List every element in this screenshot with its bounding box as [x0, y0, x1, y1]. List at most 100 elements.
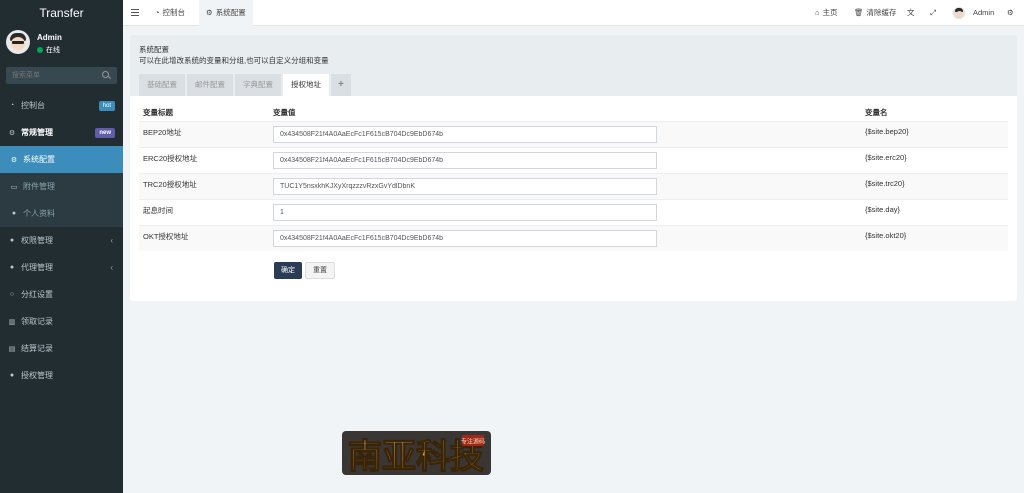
search-input[interactable]	[6, 67, 96, 84]
table-row: 起息时间 {$site.day}	[139, 199, 1008, 225]
sidebar-item-dashboard[interactable]: ◔ 控制台 hot	[0, 92, 123, 119]
dashboard-icon: ◔	[155, 8, 160, 17]
brand-logo[interactable]: Transfer	[0, 0, 123, 26]
sidebar-item-settlements[interactable]: ▤ 结算记录	[0, 335, 123, 362]
row-title: BEP20地址	[143, 128, 182, 137]
value-input[interactable]	[273, 230, 657, 247]
sidebar-item-authorization[interactable]: ● 授权管理	[0, 362, 123, 389]
clear-cache-label: 清除缓存	[866, 8, 897, 17]
column-header: 变量标题	[143, 108, 173, 117]
sidebar-menu: ◔ 控制台 hot ⚙ 常规管理 new ⚙ 系统配置 ▭ 附件管理 ● 个人资…	[0, 92, 123, 389]
menu-toggle-icon[interactable]	[131, 9, 139, 16]
sidebar-item-label: 控制台	[21, 101, 45, 110]
sidebar-item-profile[interactable]: ● 个人资料	[0, 200, 123, 227]
tab-label: 系统配置	[215, 8, 246, 17]
sidebar-item-label: 附件管理	[23, 182, 55, 191]
sidebar-item-label: 分红设置	[21, 290, 53, 299]
sidebar-item-claims[interactable]: ▥ 领取记录	[0, 308, 123, 335]
table-header: 变量标题 变量值 变量名	[139, 107, 1008, 121]
user-panel: Admin 在线	[0, 26, 123, 62]
sidebar-item-label: 结算记录	[21, 344, 53, 353]
bank-icon: ▥	[8, 318, 16, 326]
circle-icon: ○	[9, 291, 15, 298]
sidebar-item-label: 个人资料	[23, 209, 55, 218]
home-link[interactable]: ⌂ 主页	[815, 0, 838, 26]
table-row: ERC20授权地址 {$site.erc20}	[139, 147, 1008, 173]
avatar	[6, 30, 30, 54]
sidebar-item-general[interactable]: ⚙ 常规管理 new	[0, 119, 123, 146]
file-icon: ▭	[10, 183, 18, 191]
sidebar-item-label: 系统配置	[23, 155, 55, 164]
page-title: 系统配置	[139, 45, 169, 54]
avatar	[953, 7, 965, 19]
reset-button[interactable]: 重置	[305, 262, 335, 279]
table-row: OKT授权地址 {$site.okt20}	[139, 225, 1008, 251]
tab-dictionary[interactable]: 字典配置	[235, 74, 281, 96]
users-icon: ●	[9, 372, 15, 379]
sidebar-item-label: 领取记录	[21, 317, 53, 326]
cog-icon: ⚙	[10, 156, 18, 164]
clear-cache-button[interactable]: 🗑 清除缓存	[854, 0, 897, 26]
fullscreen-button[interactable]: ⤢	[930, 0, 936, 26]
sidebar-item-dividend[interactable]: ○ 分红设置	[0, 281, 123, 308]
sidebar-item-label: 授权管理	[21, 371, 53, 380]
value-input[interactable]	[273, 178, 657, 195]
translate-button[interactable]: 文	[907, 0, 915, 26]
sidebar: Transfer Admin 在线 ◔ 控制台 hot ⚙ 常规管理 new ⚙…	[0, 0, 123, 493]
new-badge: new	[95, 128, 115, 138]
user-status: 在线	[37, 45, 60, 55]
sidebar-item-agents[interactable]: ● 代理管理 ‹	[0, 254, 123, 281]
tab-system-config[interactable]: ⚙ 系统配置	[199, 0, 253, 26]
language-icon: 文	[907, 8, 915, 17]
user-menu-label: Admin	[973, 8, 995, 17]
user-name: Admin	[37, 33, 62, 42]
column-header: 变量名	[865, 108, 888, 117]
user-menu[interactable]: Admin	[953, 0, 994, 26]
tab-dashboard[interactable]: ◔ 控制台	[155, 0, 185, 26]
fullscreen-icon: ⤢	[930, 8, 936, 17]
settings-button[interactable]: ⚙	[1007, 0, 1014, 26]
tab-basic[interactable]: 基础配置	[139, 74, 185, 96]
page-description: 可以在此增改系统的变量和分组,也可以自定义分组和变量	[139, 56, 329, 65]
sidebar-item-attachments[interactable]: ▭ 附件管理	[0, 173, 123, 200]
table-row: TRC20授权地址 {$site.trc20}	[139, 173, 1008, 199]
sidebar-search	[6, 67, 117, 84]
trash-icon: 🗑	[854, 8, 864, 17]
config-table: 变量标题 变量值 变量名 BEP20地址 {$site.bep20} ERC20…	[139, 107, 1008, 251]
sidebar-item-system-config[interactable]: ⚙ 系统配置	[0, 146, 123, 173]
online-dot-icon	[37, 47, 43, 53]
search-icon[interactable]	[102, 71, 109, 78]
sidebar-item-permissions[interactable]: ● 权限管理 ‹	[0, 227, 123, 254]
chevron-left-icon: ‹	[110, 236, 113, 245]
config-panel: 系统配置 可以在此增改系统的变量和分组,也可以自定义分组和变量 基础配置 邮件配…	[130, 35, 1017, 301]
sidebar-item-label: 权限管理	[21, 236, 53, 245]
dashboard-icon: ◔	[9, 102, 15, 109]
submit-button[interactable]: 确定	[274, 262, 302, 279]
group-icon: ●	[9, 237, 15, 244]
sidebar-item-label: 代理管理	[21, 263, 53, 272]
cog-icon: ⚙	[206, 8, 213, 17]
row-variable-name: {$site.bep20}	[865, 127, 909, 136]
row-variable-name: {$site.trc20}	[865, 179, 905, 188]
row-variable-name: {$site.day}	[865, 205, 901, 214]
tab-email[interactable]: 邮件配置	[187, 74, 233, 96]
user-icon: ●	[11, 210, 17, 217]
cogs-icon: ⚙	[8, 129, 16, 137]
row-title: OKT授权地址	[143, 232, 189, 241]
add-tab-button[interactable]: +	[331, 74, 351, 96]
column-header: 变量值	[273, 108, 296, 117]
watermark-logo: 南亚科技 专注源码	[342, 431, 491, 478]
top-navbar: ◔ 控制台 ⚙ 系统配置 ⌂ 主页 🗑 清除缓存 文 ⤢ Admin ⚙	[123, 0, 1024, 26]
tab-auth-address[interactable]: 授权地址	[283, 74, 329, 96]
row-title: 起息时间	[143, 206, 173, 215]
row-variable-name: {$site.okt20}	[865, 231, 907, 240]
home-label: 主页	[822, 8, 838, 17]
value-input[interactable]	[273, 126, 657, 143]
row-title: ERC20授权地址	[143, 154, 198, 163]
cogs-icon: ⚙	[1007, 8, 1014, 17]
chevron-left-icon: ‹	[110, 263, 113, 272]
panel-heading: 系统配置 可以在此增改系统的变量和分组,也可以自定义分组和变量 基础配置 邮件配…	[130, 35, 1017, 96]
form-actions: 确定 重置	[274, 262, 335, 279]
value-input[interactable]	[273, 204, 657, 221]
value-input[interactable]	[273, 152, 657, 169]
